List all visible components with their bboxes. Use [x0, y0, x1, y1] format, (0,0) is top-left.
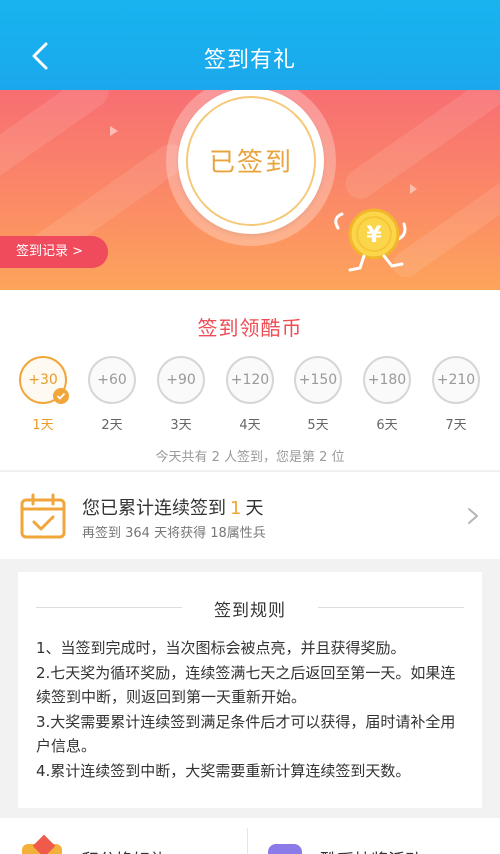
bottom-cards: 积分换好礼 酷币抽奖活动 [0, 818, 500, 854]
day-label: 4天 [239, 418, 261, 433]
svg-text:¥: ¥ [366, 223, 382, 248]
rules-header: 签到规则 [18, 596, 482, 621]
sign-record-button[interactable]: 签到记录 > [0, 236, 108, 268]
rules-title: 签到规则 [214, 601, 286, 621]
day-reward-circle: +120 [226, 356, 274, 404]
coin-mascot-icon: ¥ [334, 208, 407, 272]
check-icon [53, 388, 69, 404]
day-label: 6天 [376, 418, 398, 433]
points-exchange-link[interactable]: 积分换好礼 [82, 846, 167, 854]
day-item[interactable]: +120 4天 [226, 356, 278, 433]
banner-decoration [0, 90, 116, 187]
calendar-check-icon [20, 493, 66, 539]
chevron-right-icon [468, 508, 478, 524]
section-title: 签到领酷币 [197, 316, 303, 340]
day-item[interactable]: +90 3天 [157, 356, 209, 433]
today-sign-info: 今天共有 2 人签到，您是第 2 位 [155, 450, 345, 465]
day-label: 3天 [170, 418, 192, 433]
streak-count: 1 [230, 498, 242, 519]
rule-item: 4.累计连续签到中断，大奖需要重新计算连续签到天数。 [36, 761, 411, 780]
day-label: 5天 [307, 418, 329, 433]
sign-banner: 已签到 签到记录 > ¥ [0, 90, 500, 290]
header-bar: 签到有礼 [0, 0, 500, 90]
streak-row[interactable]: 您已累计连续签到 1 天 再签到 364 天将获得 18属性兵 [0, 471, 500, 559]
day-label: 1天 [32, 418, 54, 433]
day-item[interactable]: +60 2天 [88, 356, 140, 433]
day-reward-circle: +210 [432, 356, 480, 404]
lottery-icon [268, 844, 302, 854]
day-reward-circle: +180 [363, 356, 411, 404]
sign-days-section: 签到领酷币 +30 1天 +60 2天 +90 3天 +120 4天 +150 … [0, 290, 500, 470]
day-item[interactable]: +210 7天 [432, 356, 484, 433]
rule-item: 3.大奖需要累计连续签到满足条件后才可以获得，届时请补全用户信息。 [36, 712, 456, 756]
lottery-link[interactable]: 酷币抽奖活动 [320, 846, 422, 854]
streak-summary: 您已累计连续签到 1 天 [82, 498, 264, 519]
day-reward-circle: +90 [157, 356, 205, 404]
rule-item: 1、当签到完成时，当次图标会被点亮，并且获得奖励。 [36, 639, 406, 657]
banner-decoration [339, 90, 500, 205]
rules-card: 签到规则 1、当签到完成时，当次图标会被点亮，并且获得奖励。 2.七天奖为循环奖… [18, 572, 482, 808]
day-reward-circle: +150 [294, 356, 342, 404]
day-item[interactable]: +30 1天 [19, 356, 71, 433]
day-item[interactable]: +180 6天 [363, 356, 415, 433]
day-item[interactable]: +150 5天 [294, 356, 346, 433]
rule-item: 2.七天奖为循环奖励，连续签满七天之后返回至第一天。如果连续签到中断，则返回到第… [36, 663, 456, 707]
streak-goal: 再签到 364 天将获得 18属性兵 [82, 526, 266, 541]
sign-status-button[interactable]: 已签到 [178, 90, 324, 234]
day-label: 7天 [445, 418, 467, 433]
rules-list: 1、当签到完成时，当次图标会被点亮，并且获得奖励。 2.七天奖为循环奖励，连续签… [36, 636, 468, 783]
triangle-decoration [110, 126, 118, 136]
page-title: 签到有礼 [203, 48, 296, 73]
day-reward-circle: +60 [88, 356, 136, 404]
triangle-decoration [410, 184, 417, 194]
day-reward-circle: +30 [19, 356, 69, 404]
sign-status-text: 已签到 [208, 148, 293, 178]
day-label: 2天 [101, 418, 123, 433]
